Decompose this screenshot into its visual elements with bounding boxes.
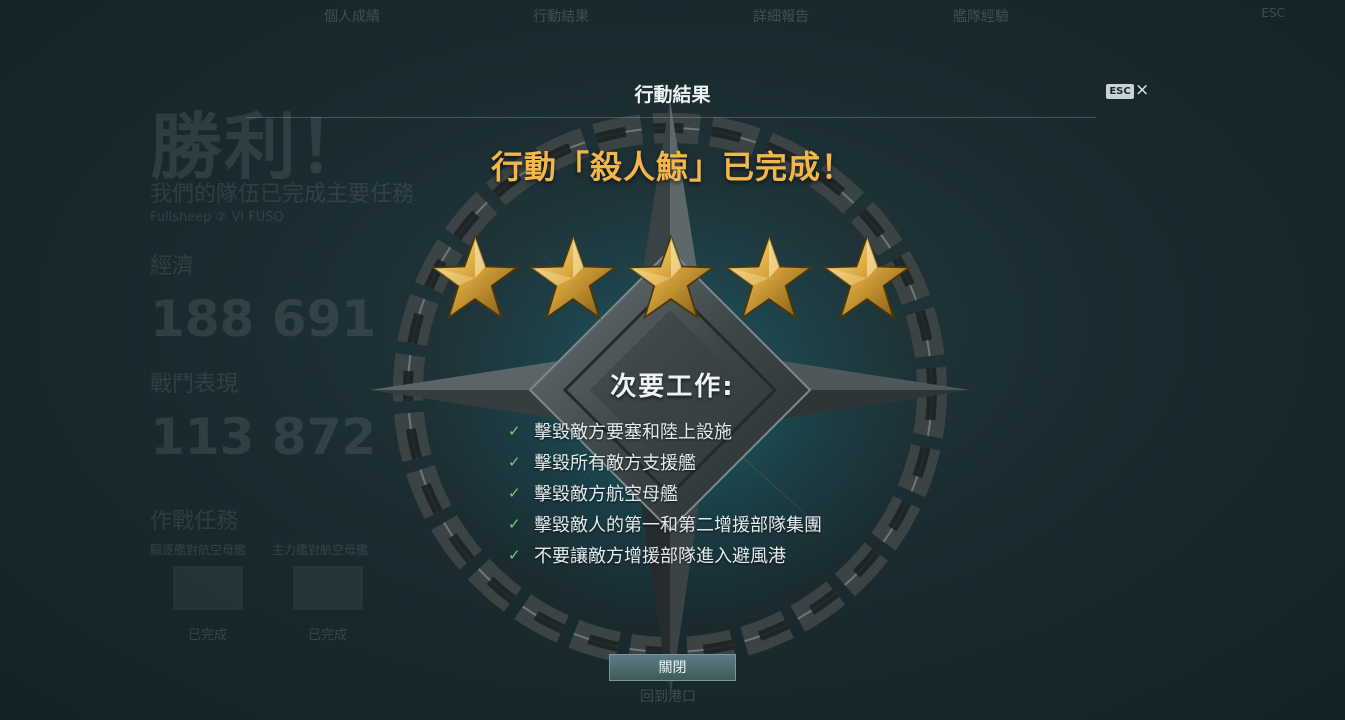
star-icon <box>529 234 617 320</box>
background-tab-bar: 個人成績 行動結果 詳細報告 艦隊經驗 ESC <box>0 0 1345 30</box>
bg-tab-fleet: 艦隊經驗 <box>953 9 1009 25</box>
title-divider <box>246 117 1096 118</box>
star-icon <box>627 234 715 320</box>
bg-task-card-image <box>173 566 243 610</box>
check-icon: ✓ <box>508 483 521 502</box>
bg-number-performance: 113 872 <box>150 408 377 466</box>
bg-task-card-label: 驅逐艦對航空母艦 <box>150 543 247 557</box>
bg-task-card-label: 主力艦對航空母艦 <box>272 543 369 557</box>
star-icon <box>823 234 911 320</box>
bg-player-name: Fullsheep ② VI FUSO <box>150 210 284 225</box>
bg-tab-report: 詳細報告 <box>753 9 809 25</box>
secondary-objectives-title: 次要工作: <box>610 372 735 402</box>
list-item: ✓ 不要讓敵方增援部隊進入避風港 <box>508 539 822 570</box>
close-button[interactable]: 關閉 <box>609 654 736 681</box>
objective-text: 擊毀敵方航空母艦 <box>534 483 678 505</box>
objective-text: 不要讓敵方增援部隊進入避風港 <box>534 545 786 567</box>
star-icon <box>431 234 519 320</box>
bg-task-card-image <box>293 566 363 610</box>
secondary-objectives-list: ✓ 擊毀敵方要塞和陸上設施 ✓ 擊毀所有敵方支援艦 ✓ 擊毀敵方航空母艦 ✓ 擊… <box>508 415 822 570</box>
bg-esc-label: ESC <box>1261 6 1285 20</box>
close-icon[interactable]: × <box>1135 80 1149 100</box>
list-item: ✓ 擊毀所有敵方支援艦 <box>508 446 822 477</box>
objective-text: 擊毀敵人的第一和第二增援部隊集團 <box>534 514 822 536</box>
check-icon: ✓ <box>508 545 521 564</box>
star-rating <box>0 234 1345 326</box>
bg-card-status: 已完成 <box>188 628 228 643</box>
bg-tab-operation: 行動結果 <box>533 9 589 25</box>
objective-text: 擊毀所有敵方支援艦 <box>534 452 696 474</box>
bg-section-tasks: 作戰任務 <box>150 509 239 534</box>
list-item: ✓ 擊毀敵人的第一和第二增援部隊集團 <box>508 508 822 539</box>
check-icon: ✓ <box>508 514 521 533</box>
star-icon <box>725 234 813 320</box>
check-icon: ✓ <box>508 452 521 471</box>
esc-key-hint[interactable]: ESC <box>1106 84 1134 99</box>
objective-text: 擊毀敵方要塞和陸上設施 <box>534 421 732 443</box>
bg-tab-personal: 個人成績 <box>324 9 380 25</box>
list-item: ✓ 擊毀敵方航空母艦 <box>508 477 822 508</box>
check-icon: ✓ <box>508 421 521 440</box>
bg-card-status: 已完成 <box>308 628 348 643</box>
operation-complete-headline: 行動「殺人鯨」已完成！ <box>490 148 854 186</box>
list-item: ✓ 擊毀敵方要塞和陸上設施 <box>508 415 822 446</box>
